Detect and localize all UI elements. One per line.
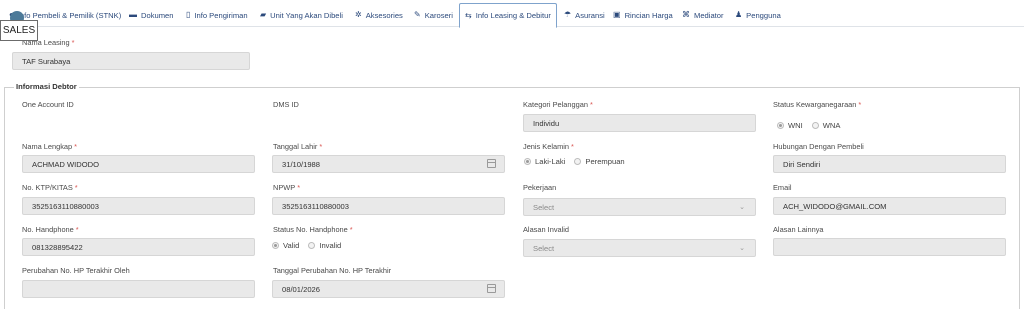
handphone-field[interactable]: 081328895422 xyxy=(22,238,255,256)
tab-label: Asuransi xyxy=(575,10,605,20)
tab-label: Pengguna xyxy=(746,10,781,20)
tab-mediator[interactable]: ⌘ Mediator xyxy=(677,3,729,27)
radio-unchecked-icon xyxy=(574,158,582,165)
folder-icon: ▬ xyxy=(129,10,137,19)
tab-label: Unit Yang Akan Dibeli xyxy=(270,10,343,20)
radio-laki-laki[interactable]: Laki-Laki xyxy=(524,157,565,166)
radio-checked-icon xyxy=(524,158,531,165)
calendar-icon: ▯ xyxy=(186,10,191,19)
umbrella-icon: ☂ xyxy=(564,10,572,19)
tab-label: Karoseri xyxy=(424,10,453,20)
tab-label: Dokumen xyxy=(141,10,174,20)
tab-asuransi[interactable]: ☂ Asuransi xyxy=(559,3,610,27)
calendar-icon[interactable] xyxy=(487,284,496,293)
car-icon: ▰ xyxy=(260,10,267,19)
nama-lengkap-field[interactable]: ACHMAD WIDODO xyxy=(22,155,255,173)
leasing-field[interactable]: TAF Surabaya xyxy=(12,52,250,70)
status-handphone-radio-group: Valid Invalid xyxy=(272,241,350,250)
npwp-field[interactable]: 3525163110880003 xyxy=(272,197,505,215)
tab-pengguna[interactable]: ♟ Pengguna xyxy=(730,3,786,27)
tanggal-lahir-field[interactable]: 31/10/1988 xyxy=(272,155,505,173)
alasan-invalid-select[interactable]: Select ⌄ xyxy=(523,239,756,257)
chevron-down-icon: ⌄ xyxy=(739,245,745,252)
kategori-label: Kategori Pelanggan * xyxy=(523,100,593,109)
tab-label: Info Leasing & Debitur xyxy=(475,11,551,20)
jenis-kelamin-label: Jenis Kelamin * xyxy=(523,142,574,151)
pekerjaan-label: Pekerjaan xyxy=(523,183,557,192)
tanggal-perubahan-hp-field[interactable]: 08/01/2026 xyxy=(272,280,505,298)
ktp-field[interactable]: 3525163110880003 xyxy=(22,197,255,215)
jenis-kelamin-radio-group: Laki-Laki Perempuan xyxy=(524,157,634,166)
one-account-id-label: One Account ID xyxy=(22,100,74,109)
tab-bar: ●Info Pembeli & Pemilik (STNK) ▬Dokumen … xyxy=(0,0,1024,28)
money-icon: ▣ xyxy=(613,10,621,19)
section-title: Informasi Debtor xyxy=(14,82,79,91)
status-handphone-label: Status No. Handphone * xyxy=(273,225,353,234)
tab-aksesories[interactable]: ✲ Aksesories xyxy=(350,3,408,27)
radio-valid[interactable]: Valid xyxy=(272,241,299,250)
alasan-lainnya-field[interactable] xyxy=(773,238,1006,256)
tab-label: Aksesories xyxy=(365,10,403,20)
gears-icon: ✲ xyxy=(355,10,362,19)
sales-badge: SALES xyxy=(0,20,38,41)
tab-dokumen[interactable]: ▬ Dokumen xyxy=(124,3,179,27)
kewarganegaraan-label: Status Kewarganegaraan * xyxy=(773,100,862,109)
tanggal-perubahan-hp-label: Tanggal Perubahan No. HP Terakhir xyxy=(273,266,392,275)
dms-id-label: DMS ID xyxy=(273,100,299,109)
hubungan-field[interactable]: Diri Sendiri xyxy=(773,155,1006,173)
handshake-icon: ⇆ xyxy=(465,10,472,20)
npwp-label: NPWP * xyxy=(273,183,301,192)
tab-unit[interactable]: ▰ Unit Yang Akan Dibeli xyxy=(255,3,348,27)
kewarganegaraan-radio-group: WNI WNA xyxy=(777,121,849,130)
tab-info-pengiriman[interactable]: ▯ Info Pengiriman xyxy=(181,3,253,27)
email-field[interactable]: ACH_WIDODO@GMAIL.COM xyxy=(773,197,1006,215)
ktp-label: No. KTP/KITAS * xyxy=(22,183,78,192)
perubahan-hp-oleh-field[interactable] xyxy=(22,280,255,298)
pekerjaan-select[interactable]: Select ⌄ xyxy=(523,198,756,216)
handphone-label: No. Handphone * xyxy=(22,225,79,234)
radio-checked-icon xyxy=(272,242,279,249)
email-label: Email xyxy=(773,183,792,192)
tab-info-leasing[interactable]: ⇆ Info Leasing & Debitur xyxy=(459,3,557,28)
nama-lengkap-label: Nama Lengkap * xyxy=(22,142,78,151)
alasan-lainnya-label: Alasan Lainnya xyxy=(773,225,824,234)
wrench-icon: ✎ xyxy=(414,10,421,19)
tab-label: Info Pengiriman xyxy=(194,10,248,20)
tab-label: Mediator xyxy=(694,10,724,20)
radio-unchecked-icon xyxy=(811,122,819,129)
hubungan-label: Hubungan Dengan Pembeli xyxy=(773,142,864,151)
sitemap-icon: ⌘ xyxy=(682,10,690,19)
tab-karoseri[interactable]: ✎ Karoseri xyxy=(409,3,458,27)
user-icon: ♟ xyxy=(735,10,743,19)
radio-unchecked-icon xyxy=(308,242,316,249)
radio-checked-icon xyxy=(777,122,784,129)
tab-rincian-harga[interactable]: ▣ Rincian Harga xyxy=(608,3,678,27)
tanggal-lahir-label: Tanggal Lahir * xyxy=(273,142,323,151)
perubahan-hp-oleh-label: Perubahan No. HP Terakhir Oleh xyxy=(22,266,130,275)
alasan-invalid-label: Alasan Invalid xyxy=(523,225,570,234)
radio-wni[interactable]: WNI xyxy=(777,121,803,130)
radio-wna[interactable]: WNA xyxy=(811,121,840,130)
chevron-down-icon: ⌄ xyxy=(739,204,745,211)
tab-label: Info Pembeli & Pemilik (STNK) xyxy=(17,10,122,20)
kategori-field[interactable]: Individu xyxy=(523,114,756,132)
calendar-icon[interactable] xyxy=(487,159,496,168)
tab-label: Rincian Harga xyxy=(624,10,673,20)
radio-perempuan[interactable]: Perempuan xyxy=(574,157,625,166)
radio-invalid[interactable]: Invalid xyxy=(308,241,341,250)
